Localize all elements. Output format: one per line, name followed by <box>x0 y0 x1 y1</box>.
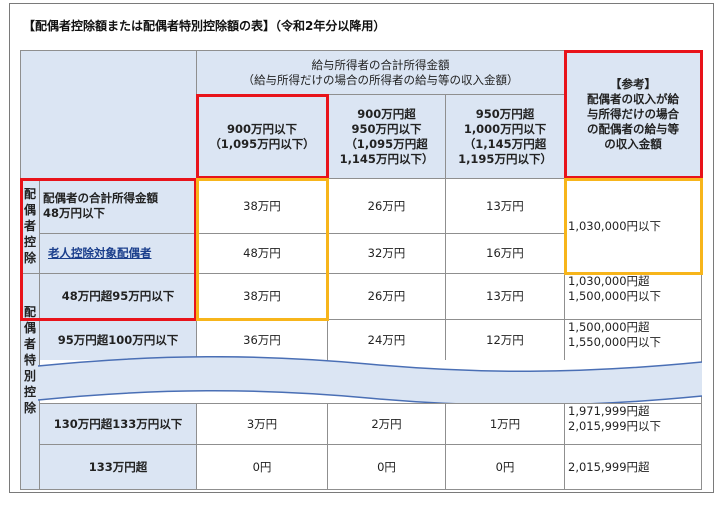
side-char: 除 <box>23 251 36 265</box>
row-label-line: 48万円以下 <box>43 206 106 220</box>
row-label: 95万円超100万円以下 <box>39 319 197 361</box>
cell: 12万円 <box>445 319 565 361</box>
reference-merged: 1,030,000円以下 <box>564 178 702 274</box>
reference-line: 1,500,000円超 <box>568 320 650 334</box>
header-col-1-line2: （1,095万円以下） <box>209 136 315 151</box>
header-ref-line1: 【参考】 <box>610 77 656 91</box>
cell: 0円 <box>196 444 328 490</box>
header-ref-line3: 与所得だけの場合 <box>587 107 679 121</box>
side-char: 者 <box>23 337 36 351</box>
row-label-elderly: 老人控除対象配偶者 <box>39 233 197 274</box>
header-col-1: 900万円以下 （1,095万円以下） <box>196 94 328 179</box>
header-col-2: 900万円超 950万円以下 （1,095万円超 1,145万円以下） <box>327 94 446 179</box>
header-col-2-line1: 900万円超 <box>357 106 416 121</box>
reference-cell: 1,971,999円超 2,015,999円以下 <box>564 403 702 445</box>
side-char: 控 <box>23 385 36 399</box>
reference-line: 1,550,000円以下 <box>568 335 662 349</box>
cell: 32万円 <box>327 233 446 274</box>
header-col-3: 950万円超 1,000万円以下 （1,145万円超 1,195万円以下） <box>445 94 565 179</box>
cell: 13万円 <box>445 273 565 320</box>
reference-line: 1,030,000円超 <box>568 274 650 288</box>
header-group-line2: （給与所得だけの場合の所得者の給与等の収入金額） <box>242 72 519 87</box>
row-label: 48万円超95万円以下 <box>39 273 197 320</box>
header-ref-line4: の配偶者の給与等 <box>587 122 679 136</box>
header-col-2-line3: （1,095万円超 <box>345 136 428 151</box>
row-label-line: 配偶者の合計所得金額 <box>43 191 158 205</box>
header-col-2-line2: 950万円以下 <box>351 121 422 136</box>
reference-line: 1,500,000円以下 <box>568 289 662 303</box>
header-col-1-line1: 900万円以下 <box>226 121 297 136</box>
side-char: 控 <box>23 235 36 249</box>
row-label: 130万円超133万円以下 <box>39 403 197 445</box>
reference-line: 2,015,999円以下 <box>568 419 662 433</box>
header-col-3-line3: （1,145万円超 <box>463 136 547 151</box>
reference-line: 1,971,999円超 <box>568 404 650 418</box>
omission-wave <box>38 356 702 407</box>
side-char: 特 <box>23 353 36 367</box>
side-char: 別 <box>23 369 36 383</box>
cell: 3万円 <box>196 403 328 445</box>
cell: 1万円 <box>445 403 565 445</box>
header-group: 給与所得者の合計所得金額 （給与所得だけの場合の所得者の給与等の収入金額） <box>196 50 565 95</box>
side-char: 配 <box>23 305 36 319</box>
cell: 38万円 <box>196 178 328 234</box>
header-col-3-line2: 1,000万円以下 <box>463 121 547 136</box>
header-ref-line5: の収入金額 <box>604 137 662 151</box>
header-col-3-line1: 950万円超 <box>475 106 535 121</box>
cell: 48万円 <box>196 233 328 274</box>
side-char: 者 <box>23 219 36 233</box>
header-corner <box>20 50 197 179</box>
cell: 36万円 <box>196 319 328 361</box>
row-label-income-48: 配偶者の合計所得金額 48万円以下 <box>39 178 197 234</box>
cell: 13万円 <box>445 178 565 234</box>
cell: 16万円 <box>445 233 565 274</box>
cell: 2万円 <box>327 403 446 445</box>
header-reference: 【参考】 配偶者の収入が給 与所得だけの場合 の配偶者の給与等 の収入金額 <box>564 50 702 179</box>
cell: 26万円 <box>327 178 446 234</box>
reference-cell: 1,500,000円超 1,550,000円以下 <box>564 319 702 361</box>
header-col-2-line4: 1,145万円以下） <box>339 151 434 166</box>
reference-cell: 2,015,999円超 <box>564 444 702 490</box>
side-label-spouse-deduction: 配 偶 者 控 除 <box>20 178 40 274</box>
cell: 38万円 <box>196 273 328 320</box>
table-title: 【配偶者控除額または配偶者特別控除額の表】（令和2年分以降用） <box>23 19 386 33</box>
cell: 26万円 <box>327 273 446 320</box>
header-col-3-line4: 1,195万円以下） <box>458 151 552 166</box>
side-char: 除 <box>23 401 36 415</box>
header-group-line1: 給与所得者の合計所得金額 <box>311 57 450 72</box>
elderly-spouse-link[interactable]: 老人控除対象配偶者 <box>48 246 152 261</box>
cell: 0円 <box>327 444 446 490</box>
cell: 24万円 <box>327 319 446 361</box>
row-label: 133万円超 <box>39 444 197 490</box>
side-label-special-deduction: 配 偶 者 特 別 控 除 <box>20 273 40 490</box>
cell: 0円 <box>445 444 565 490</box>
header-ref-line2: 配偶者の収入が給 <box>587 92 679 106</box>
side-char: 偶 <box>23 203 36 217</box>
reference-cell: 1,030,000円超 1,500,000円以下 <box>564 273 702 320</box>
side-char: 偶 <box>23 321 36 335</box>
side-char: 配 <box>23 187 36 201</box>
